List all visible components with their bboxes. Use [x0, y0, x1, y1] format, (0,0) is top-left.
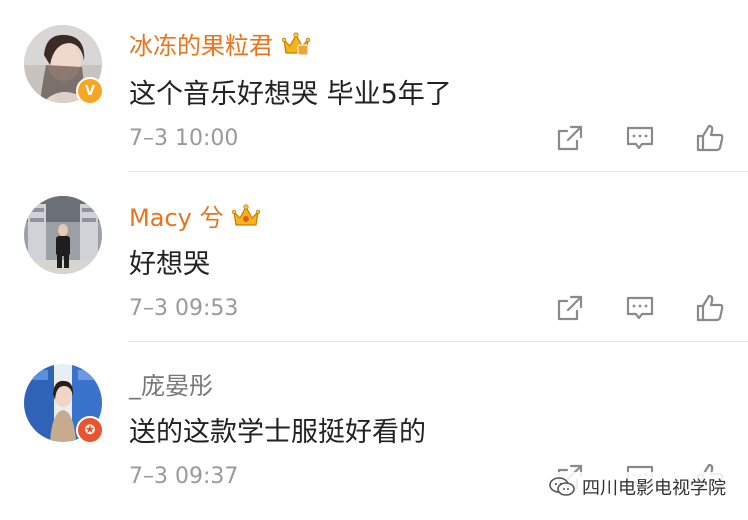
like-button[interactable]: [692, 290, 728, 326]
verified-badge-icon: V: [76, 77, 104, 105]
avatar[interactable]: [24, 196, 102, 274]
like-button[interactable]: [692, 120, 728, 156]
username-text[interactable]: 冰冻的果粒君: [129, 26, 273, 61]
username[interactable]: _庞晏彤: [129, 366, 213, 401]
crown-icon: [281, 31, 311, 55]
timestamp: 7–3 09:37: [129, 464, 239, 489]
wechat-icon: [549, 477, 575, 496]
share-button[interactable]: [552, 120, 588, 156]
timestamp: 7–3 09:53: [129, 296, 239, 321]
avatar[interactable]: V: [24, 25, 104, 105]
share-icon: [557, 295, 583, 321]
username-text[interactable]: _庞晏彤: [129, 366, 213, 401]
comment-icon: [626, 296, 654, 320]
action-bar: [552, 120, 728, 156]
username[interactable]: Macy 兮: [129, 198, 261, 233]
share-button[interactable]: [552, 290, 588, 326]
comment-text: 这个音乐好想哭 毕业5年了: [129, 79, 452, 110]
comment-button[interactable]: [622, 290, 658, 326]
avatar[interactable]: ✪: [24, 364, 104, 444]
crown-icon: [232, 203, 261, 226]
like-icon: [696, 294, 724, 322]
comment-item: V 冰冻的果粒君 这个音乐好想哭 毕业5年了 7–3 10:00: [0, 0, 748, 172]
comment-item: Macy 兮 好想哭 7–3 09:53: [0, 172, 748, 342]
comment-icon: [626, 126, 654, 150]
star-badge-icon: ✪: [76, 416, 104, 444]
watermark-text: 四川电影电视学院: [582, 478, 726, 499]
comment-text: 送的这款学士服挺好看的: [129, 417, 426, 448]
share-icon: [557, 125, 583, 151]
comment-button[interactable]: [622, 120, 658, 156]
watermark: 四川电影电视学院: [540, 472, 734, 502]
action-bar: [552, 290, 728, 326]
like-icon: [696, 124, 724, 152]
timestamp: 7–3 10:00: [129, 126, 239, 151]
username[interactable]: 冰冻的果粒君: [129, 26, 311, 61]
comment-list: V 冰冻的果粒君 这个音乐好想哭 毕业5年了 7–3 10:00 Macy 兮 …: [0, 0, 748, 520]
comment-text: 好想哭: [129, 249, 210, 280]
username-text[interactable]: Macy 兮: [129, 198, 223, 233]
